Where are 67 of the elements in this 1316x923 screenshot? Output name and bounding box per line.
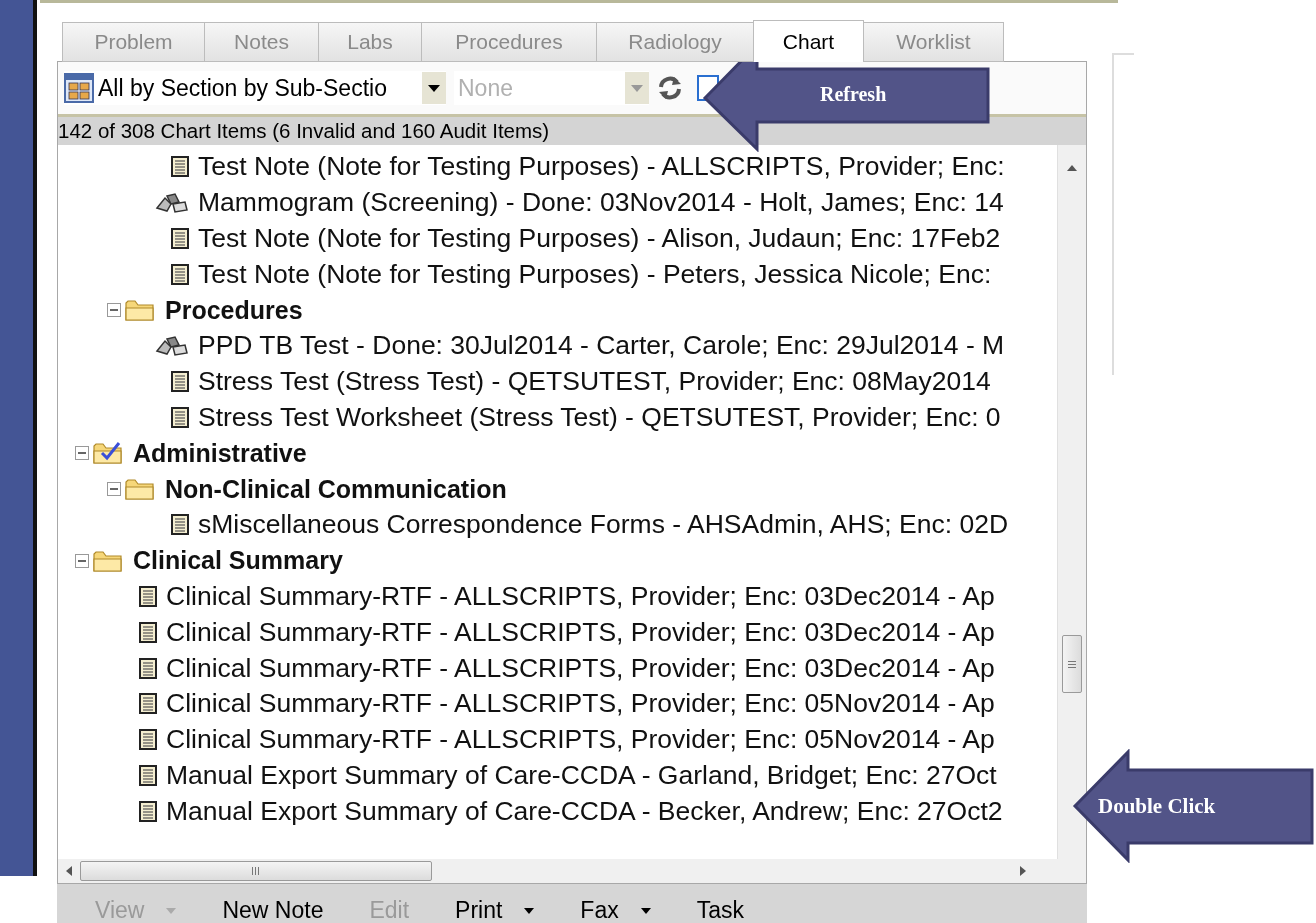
scroll-thumb[interactable] bbox=[80, 861, 432, 881]
horizontal-scrollbar[interactable] bbox=[58, 859, 1086, 883]
scroll-right-icon[interactable] bbox=[1020, 866, 1026, 876]
tree-folder[interactable]: Clinical Summary bbox=[133, 546, 343, 576]
collapse-icon[interactable] bbox=[75, 446, 89, 461]
tree-item[interactable]: Clinical Summary-RTF - ALLSCRIPTS, Provider; Enc: 05Nov2014 - Ap bbox=[166, 724, 995, 756]
caret-icon bbox=[166, 907, 177, 914]
folder-icon bbox=[93, 548, 123, 573]
tree-item[interactable]: Test Note (Note for Testing Purposes) - Peters, Jessica Nicole; Enc: bbox=[198, 258, 992, 290]
folder-icon bbox=[125, 298, 155, 323]
scroll-thumb[interactable] bbox=[1062, 635, 1082, 693]
document-icon bbox=[171, 228, 189, 249]
dropdown-arrow-icon bbox=[631, 84, 643, 92]
scroll-up-icon[interactable] bbox=[1067, 165, 1077, 171]
procedure-icon bbox=[155, 191, 189, 214]
callout-label: Double Click bbox=[1098, 794, 1216, 819]
document-icon bbox=[139, 729, 157, 751]
toolbar-button[interactable]: Fax bbox=[574, 897, 657, 923]
tree-item[interactable]: Clinical Summary-RTF - ALLSCRIPTS, Provider; Enc: 03Dec2014 - Ap bbox=[166, 580, 995, 612]
tree-item[interactable]: PPD TB Test - Done: 30Jul2014 - Carter, Carole; Enc: 29Jul2014 - M bbox=[198, 330, 1005, 362]
tree-item[interactable]: Stress Test Worksheet (Stress Test) - QETSUTEST, Provider; Enc: 0 bbox=[198, 401, 1001, 433]
caret-icon bbox=[524, 907, 535, 914]
tree-item[interactable]: Clinical Summary-RTF - ALLSCRIPTS, Provider; Enc: 03Dec2014 - Ap bbox=[166, 616, 995, 648]
dropdown-arrow-icon bbox=[428, 84, 440, 92]
tree-item[interactable]: Stress Test (Stress Test) - QETSUTEST, Provider; Enc: 08May2014 bbox=[198, 366, 991, 398]
grid-view-icon bbox=[64, 73, 94, 103]
toolbar-button[interactable]: Print bbox=[449, 897, 541, 923]
collapse-icon[interactable] bbox=[107, 482, 121, 497]
document-icon bbox=[139, 621, 157, 643]
scroll-left-icon[interactable] bbox=[66, 866, 72, 876]
document-icon bbox=[139, 800, 157, 822]
tree-item[interactable]: Clinical Summary-RTF - ALLSCRIPTS, Provider; Enc: 05Nov2014 - Ap bbox=[166, 688, 995, 720]
document-icon bbox=[171, 406, 189, 428]
collapse-icon[interactable] bbox=[75, 553, 89, 568]
folder-checkmark-icon bbox=[93, 441, 123, 466]
tree-item[interactable]: sMiscellaneous Correspondence Forms - AHSAdmin, AHS; Enc: 02D bbox=[198, 509, 1009, 541]
refresh-icon[interactable] bbox=[657, 75, 683, 101]
document-icon bbox=[171, 263, 189, 285]
grip-icon bbox=[1068, 660, 1076, 668]
document-icon bbox=[171, 371, 189, 393]
tree-item[interactable]: Test Note (Note for Testing Purposes) - ALLSCRIPTS, Provider; Enc: bbox=[198, 151, 1005, 183]
caret-icon bbox=[640, 907, 651, 914]
procedure-icon bbox=[155, 334, 189, 357]
document-icon bbox=[139, 764, 157, 786]
tree-item[interactable]: Manual Export Summary of Care-CCDA - Garland, Bridget; Enc: 27Oct bbox=[166, 759, 997, 791]
document-icon bbox=[171, 514, 189, 536]
toolbar-button[interactable]: New Note bbox=[216, 897, 330, 923]
vertical-scrollbar[interactable] bbox=[1057, 145, 1086, 859]
document-icon bbox=[139, 585, 157, 607]
tree-item[interactable]: Test Note (Note for Testing Purposes) - Alison, Judaun; Enc: 17Feb2 bbox=[198, 223, 1001, 254]
document-icon bbox=[139, 657, 157, 679]
tab[interactable]: Chart bbox=[753, 20, 864, 62]
tree-folder[interactable]: Non-Clinical Communication bbox=[165, 474, 507, 504]
document-icon bbox=[139, 693, 157, 715]
callout-label: Refresh bbox=[820, 83, 887, 106]
tree-item[interactable]: Mammogram (Screening) - Done: 03Nov2014 - Holt, James; Enc: 14 bbox=[198, 187, 1004, 219]
collapse-icon[interactable] bbox=[107, 303, 121, 318]
toolbar-button[interactable]: Task bbox=[690, 897, 750, 923]
document-icon bbox=[171, 156, 189, 178]
tree-item[interactable]: Clinical Summary-RTF - ALLSCRIPTS, Provider; Enc: 03Dec2014 - Ap bbox=[166, 652, 995, 684]
tree-folder[interactable]: Administrative bbox=[133, 438, 307, 468]
tree-folder[interactable]: Procedures bbox=[165, 295, 303, 325]
grip-icon bbox=[252, 867, 260, 875]
view-dropdown[interactable]: All by Section by Sub-Sectio bbox=[64, 71, 446, 105]
folder-icon bbox=[125, 477, 155, 502]
tree-item[interactable]: Manual Export Summary of Care-CCDA - Becker, Andrew; Enc: 27Oct2 bbox=[166, 795, 1003, 827]
status-text: 142 of 308 Chart Items (6 Invalid and 160 Audit Items) bbox=[58, 117, 1086, 145]
